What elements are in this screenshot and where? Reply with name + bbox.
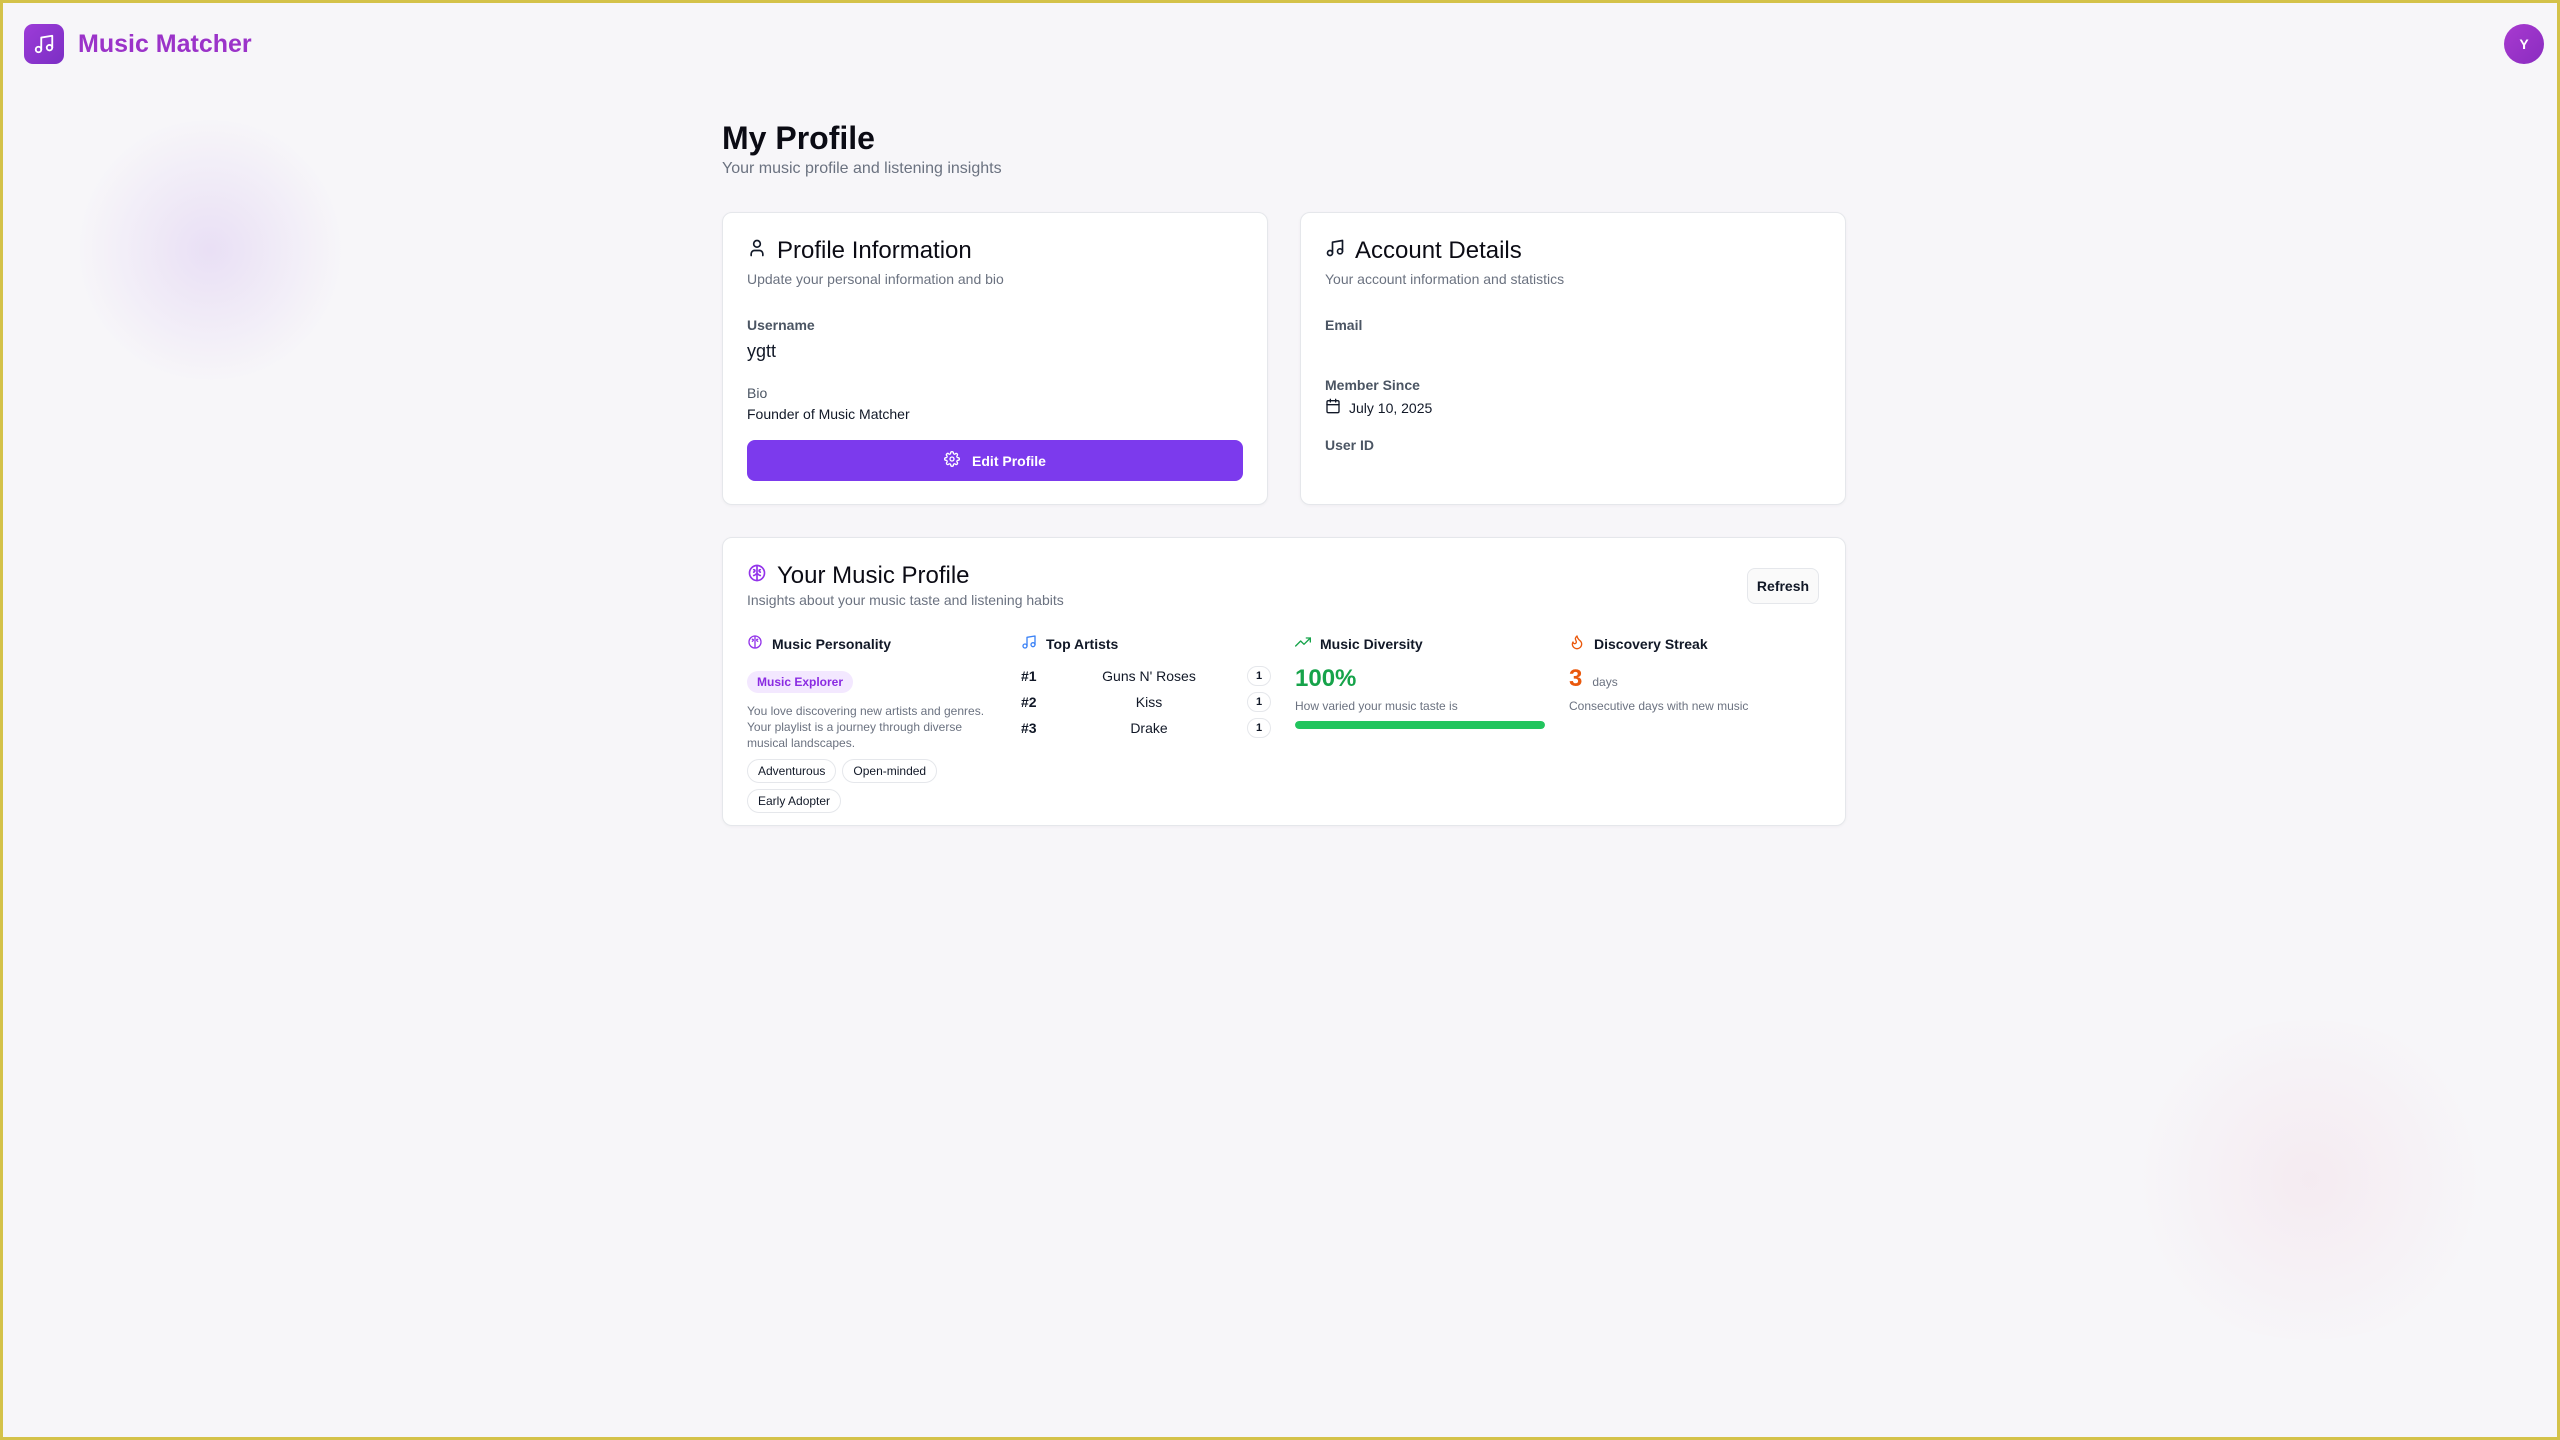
list-item[interactable]: #2 Kiss 1 [1021, 689, 1271, 715]
trending-up-icon [1295, 634, 1311, 653]
personality-tag: Open-minded [842, 759, 938, 783]
music-note-icon [24, 24, 64, 64]
personality-description: You love discovering new artists and gen… [747, 704, 985, 750]
calendar-icon [1325, 398, 1341, 417]
section-heading: Music Diversity [1320, 635, 1423, 652]
flame-icon [1569, 634, 1585, 653]
member-since-label: Member Since [1325, 377, 1420, 393]
brain-icon [747, 634, 763, 653]
streak-unit: days [1592, 675, 1618, 689]
diversity-caption: How varied your music taste is [1295, 699, 1458, 713]
card-title: Your Music Profile [777, 562, 970, 589]
diversity-progress-bar [1295, 721, 1545, 729]
music-personality-section: Music Personality Music Explorer You lov… [747, 634, 997, 813]
section-heading: Music Personality [772, 635, 892, 652]
edit-profile-button[interactable]: Edit Profile [747, 440, 1243, 481]
brand[interactable]: Music Matcher [24, 24, 252, 64]
card-subtitle: Update your personal information and bio [747, 271, 1004, 287]
artist-rank: #2 [1021, 694, 1037, 710]
member-since-value: July 10, 2025 [1349, 399, 1433, 416]
discovery-streak-section: Discovery Streak 3 days Consecutive days… [1569, 634, 1819, 713]
list-item[interactable]: #3 Drake 1 [1021, 715, 1271, 741]
card-subtitle: Insights about your music taste and list… [747, 592, 1064, 608]
username-value: ygtt [747, 341, 777, 361]
user-id-label: User ID [1325, 437, 1375, 453]
bio-value: Founder of Music Matcher [747, 406, 910, 422]
artist-rank: #3 [1021, 720, 1037, 736]
section-heading: Discovery Streak [1594, 635, 1708, 652]
music-note-icon [1021, 634, 1037, 653]
music-diversity-section: Music Diversity 100% How varied your mus… [1295, 634, 1545, 729]
artist-count-badge: 1 [1247, 718, 1271, 738]
brain-icon [747, 562, 767, 590]
page-title: My Profile [722, 120, 875, 156]
artist-name: Drake [1130, 720, 1168, 736]
diversity-progress-fill [1295, 721, 1545, 729]
streak-value: 3 [1569, 665, 1583, 692]
account-details-card: Account Details Your account information… [1300, 212, 1846, 505]
section-heading: Top Artists [1046, 635, 1119, 652]
background-blob [70, 120, 350, 380]
card-subtitle: Your account information and statistics [1325, 271, 1565, 287]
personality-tag: Early Adopter [747, 789, 842, 813]
page-subtitle: Your music profile and listening insight… [722, 160, 1002, 177]
card-title: Profile Information [777, 237, 972, 264]
artist-count-badge: 1 [1247, 666, 1271, 686]
artist-count-badge: 1 [1247, 692, 1271, 712]
personality-badge: Music Explorer [747, 671, 854, 693]
diversity-value: 100% [1295, 665, 1357, 692]
music-profile-card: Your Music Profile Insights about your m… [722, 537, 1846, 826]
refresh-button[interactable]: Refresh [1747, 568, 1819, 604]
email-label: Email [1325, 317, 1363, 333]
artist-name: Kiss [1135, 694, 1163, 710]
profile-information-card: Profile Information Update your personal… [722, 212, 1268, 505]
personality-tag: Adventurous [747, 759, 837, 783]
card-title: Account Details [1355, 237, 1522, 264]
music-note-icon [1325, 237, 1345, 265]
username-label: Username [747, 317, 815, 333]
gear-icon [944, 451, 960, 470]
edit-profile-label: Edit Profile [972, 452, 1046, 469]
background-blob [2120, 1020, 2500, 1340]
app-name: Music Matcher [78, 29, 252, 58]
user-icon [747, 237, 767, 265]
list-item[interactable]: #1 Guns N' Roses 1 [1021, 663, 1271, 689]
top-artists-section: Top Artists #1 Guns N' Roses 1 #2 Kiss 1… [1021, 634, 1271, 741]
streak-caption: Consecutive days with new music [1569, 699, 1749, 713]
artist-name: Guns N' Roses [1102, 668, 1196, 684]
bio-label: Bio [747, 385, 768, 401]
artist-rank: #1 [1021, 668, 1037, 684]
personality-tags: Adventurous Open-minded Early Adopter [747, 759, 987, 813]
avatar[interactable]: Y [2504, 24, 2544, 64]
